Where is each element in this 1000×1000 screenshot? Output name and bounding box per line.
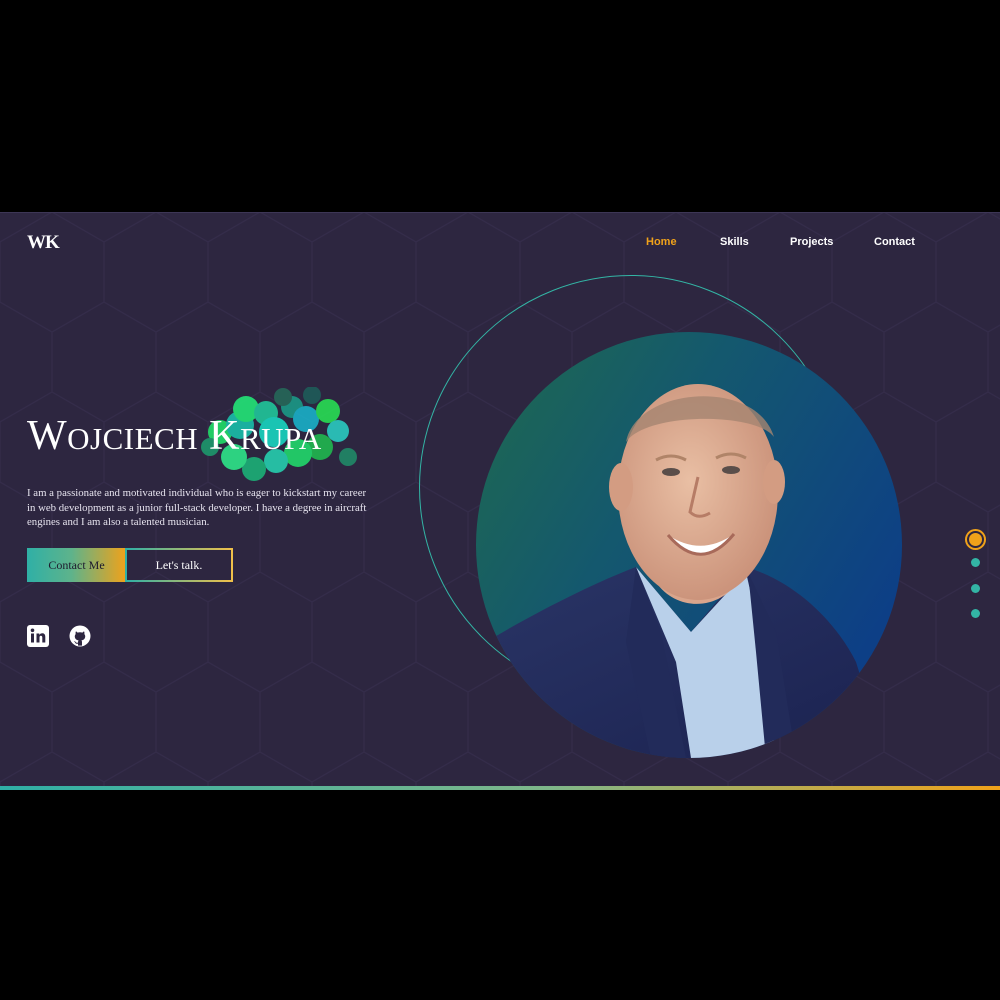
main-nav: Home Skills Projects Contact — [0, 236, 1000, 256]
name-first-rest: OJCIECH — [67, 421, 199, 456]
nav-item-contact[interactable]: Contact — [874, 236, 915, 248]
nav-item-home[interactable]: Home — [646, 236, 677, 248]
lets-talk-button[interactable]: Let's talk. — [125, 548, 233, 582]
hero-bio: I am a passionate and motivated individu… — [27, 487, 367, 528]
name-last-initial: K — [209, 413, 240, 459]
github-link[interactable] — [69, 625, 91, 647]
linkedin-icon — [27, 625, 49, 647]
nav-item-skills[interactable]: Skills — [720, 236, 749, 248]
slide-dot-3[interactable] — [971, 584, 980, 593]
slide-dot-2[interactable] — [971, 558, 980, 567]
hero-section: W K Home Skills Projects Contact WOJCIECH… — [0, 212, 1000, 790]
nav-item-projects[interactable]: Projects — [790, 236, 833, 248]
hero-name: WOJCIECH KRUPA — [27, 412, 322, 460]
github-icon — [69, 625, 91, 647]
hero-buttons: Contact Me Let's talk. — [27, 548, 233, 582]
linkedin-link[interactable] — [27, 625, 49, 647]
bottom-gradient-bar — [0, 786, 1000, 790]
profile-photo — [476, 332, 902, 758]
contact-me-button[interactable]: Contact Me — [27, 548, 126, 582]
name-last-rest: RUPA — [239, 421, 322, 456]
slide-dot-1[interactable] — [967, 531, 984, 548]
slide-indicators — [965, 527, 987, 627]
slide-dot-4[interactable] — [971, 609, 980, 618]
header-divider — [0, 212, 1000, 213]
name-first-initial: W — [27, 413, 68, 459]
profile-portrait-image — [476, 332, 902, 758]
